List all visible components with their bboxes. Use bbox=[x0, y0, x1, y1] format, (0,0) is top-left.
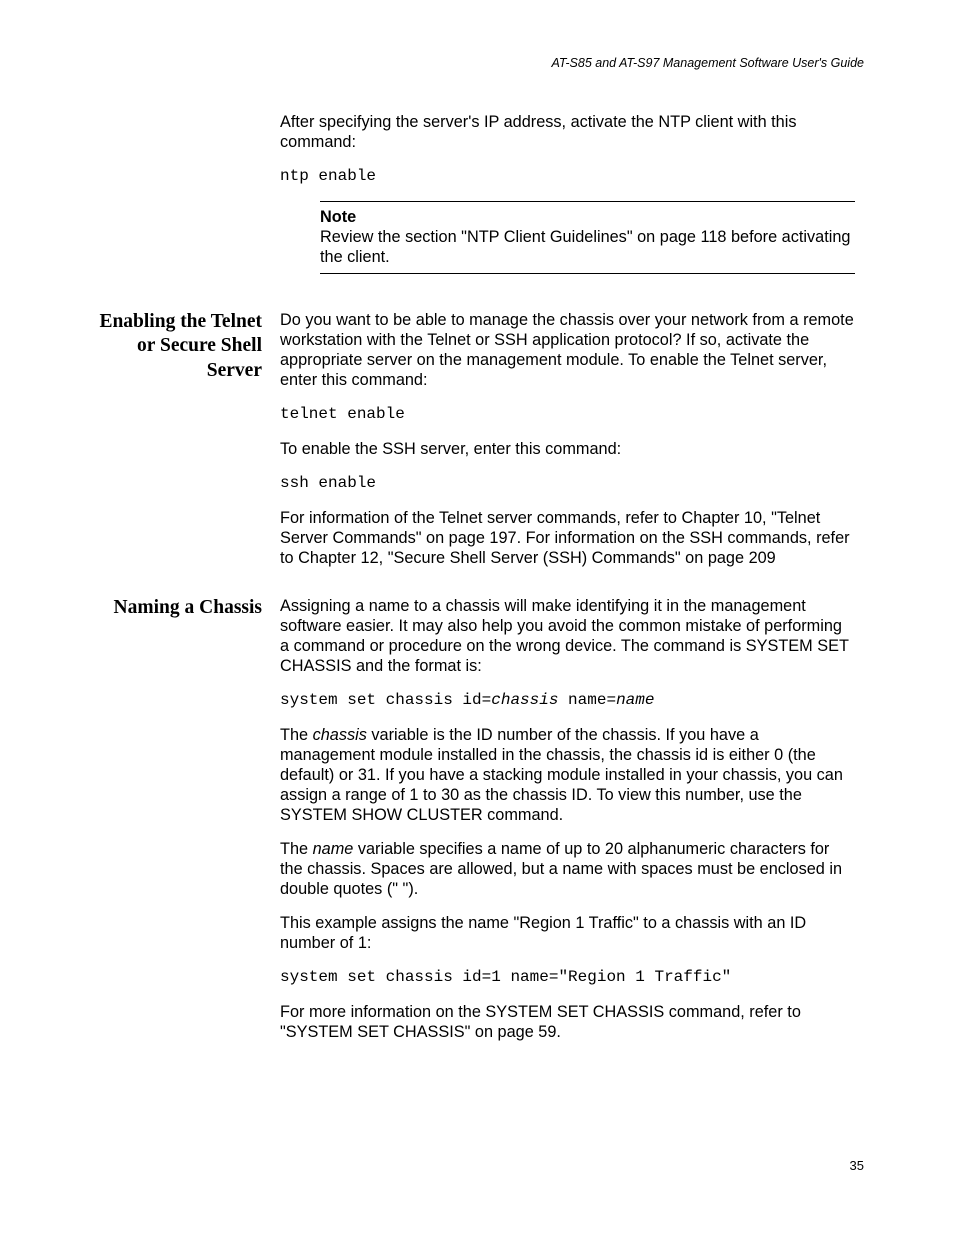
section1-p1: Do you want to be able to manage the cha… bbox=[280, 310, 855, 390]
var-chassis: chassis bbox=[313, 726, 367, 744]
section2-p4: This example assigns the name "Region 1 … bbox=[280, 913, 855, 953]
section1-cmd-telnet: telnet enable bbox=[280, 404, 855, 425]
cmd-part: system set chassis id= bbox=[280, 691, 491, 709]
text-part: The bbox=[280, 726, 313, 744]
text-part: The bbox=[280, 840, 313, 858]
cmd-var-chassis: chassis bbox=[491, 691, 558, 709]
cmd-part: name= bbox=[558, 691, 616, 709]
section2-p3: The name variable specifies a name of up… bbox=[280, 839, 855, 899]
section2-p1: Assigning a name to a chassis will make … bbox=[280, 596, 855, 676]
intro-command-ntp: ntp enable bbox=[280, 166, 855, 187]
note-box: Note Review the section "NTP Client Guid… bbox=[320, 201, 855, 274]
page-number: 35 bbox=[850, 1158, 864, 1173]
var-name: name bbox=[313, 840, 354, 858]
section1-p3: For information of the Telnet server com… bbox=[280, 508, 855, 568]
note-label: Note bbox=[320, 208, 855, 227]
note-text: Review the section "NTP Client Guideline… bbox=[320, 227, 855, 267]
section2-p2: The chassis variable is the ID number of… bbox=[280, 725, 855, 825]
page-content: After specifying the server's IP address… bbox=[90, 112, 864, 1056]
section2-cmd-example: system set chassis id=1 name="Region 1 T… bbox=[280, 967, 855, 988]
header-guide-title: AT-S85 and AT-S97 Management Software Us… bbox=[551, 56, 864, 70]
section1-cmd-ssh: ssh enable bbox=[280, 473, 855, 494]
section-heading-telnet-ssh: Enabling the Telnet or Secure Shell Serv… bbox=[90, 310, 262, 383]
section2-cmd-format: system set chassis id=chassis name=name bbox=[280, 690, 855, 711]
section-heading-naming-chassis: Naming a Chassis bbox=[90, 596, 262, 620]
section2-p5: For more information on the SYSTEM SET C… bbox=[280, 1002, 855, 1042]
cmd-var-name: name bbox=[616, 691, 654, 709]
text-part: variable specifies a name of up to 20 al… bbox=[280, 840, 842, 898]
section1-p2: To enable the SSH server, enter this com… bbox=[280, 439, 855, 459]
intro-paragraph: After specifying the server's IP address… bbox=[280, 112, 855, 152]
